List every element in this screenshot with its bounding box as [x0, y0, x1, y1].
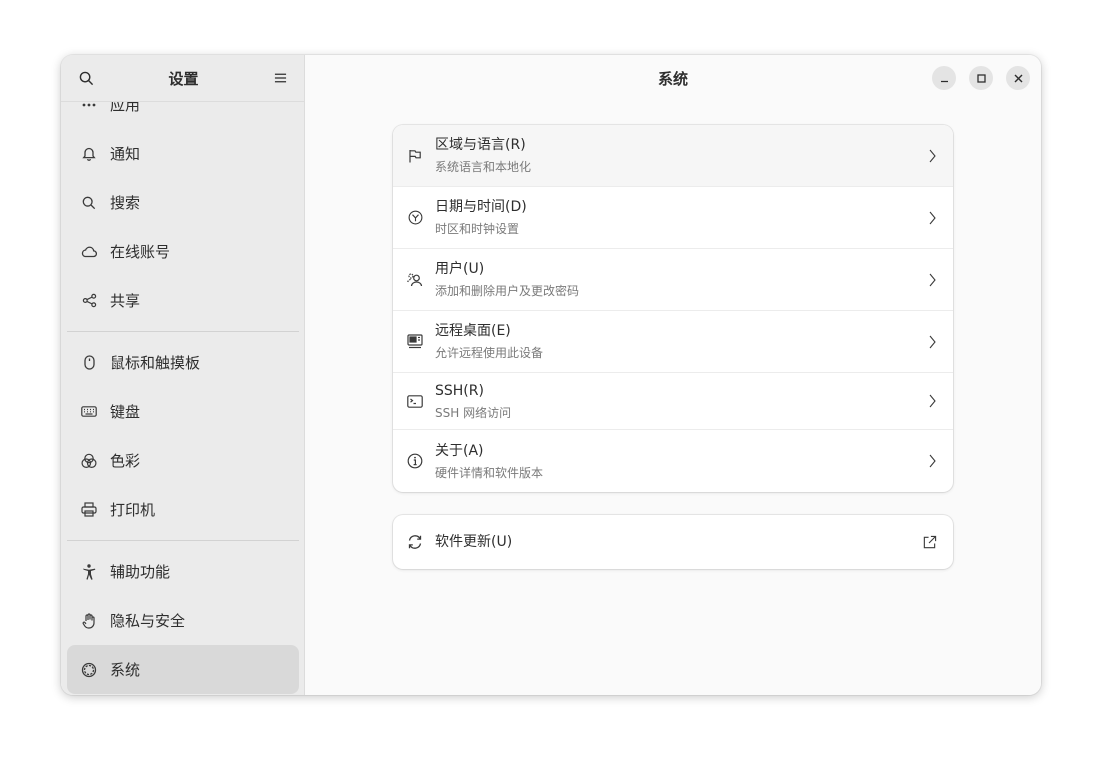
- sidebar-item-search[interactable]: 搜索: [67, 178, 299, 227]
- hamburger-menu-icon[interactable]: [272, 69, 290, 87]
- sidebar-item-label: 打印机: [110, 501, 156, 519]
- refresh-icon: [407, 534, 423, 550]
- row-users[interactable]: 用户(U) 添加和删除用户及更改密码: [393, 249, 953, 311]
- sidebar-item-printers[interactable]: 打印机: [67, 485, 299, 534]
- cloud-icon: [81, 244, 97, 260]
- row-about[interactable]: 关于(A) 硬件详情和软件版本: [393, 430, 953, 492]
- sidebar-item-privacy[interactable]: 隐私与安全: [67, 596, 299, 645]
- sidebar-item-accessibility[interactable]: 辅助功能: [67, 547, 299, 596]
- row-subtitle: 时区和时钟设置: [435, 222, 520, 236]
- chevron-right-icon: [927, 334, 937, 350]
- info-icon: [407, 453, 423, 469]
- page-title: 系统: [657, 70, 688, 88]
- main-header: 系统: [305, 55, 1041, 102]
- row-subtitle: 系统语言和本地化: [435, 160, 532, 174]
- sidebar-separator: [67, 540, 299, 541]
- sidebar-separator: [67, 331, 299, 332]
- chevron-right-icon: [927, 210, 937, 226]
- search-icon: [81, 195, 97, 211]
- keyboard-icon: [81, 404, 97, 420]
- row-date-time[interactable]: 日期与时间(D) 时区和时钟设置: [393, 187, 953, 249]
- clock-icon: [407, 210, 423, 226]
- row-region-language[interactable]: 区域与语言(R) 系统语言和本地化: [393, 125, 953, 187]
- sidebar-header: 设置: [61, 55, 304, 102]
- sidebar-item-sharing[interactable]: 共享: [67, 276, 299, 325]
- more-dots-icon: [81, 102, 97, 113]
- share-icon: [81, 293, 97, 309]
- sidebar-item-label: 搜索: [110, 194, 141, 212]
- sidebar-item-label: 应用: [110, 102, 141, 114]
- close-button[interactable]: [1006, 66, 1030, 90]
- chevron-right-icon: [927, 272, 937, 288]
- bell-icon: [81, 146, 97, 162]
- sidebar-item-label: 共享: [110, 292, 141, 310]
- sidebar-item-mouse[interactable]: 鼠标和触摸板: [67, 338, 299, 387]
- sidebar-item-apps[interactable]: 应用: [67, 102, 299, 129]
- row-software-update[interactable]: 软件更新(U): [393, 515, 953, 569]
- printer-icon: [81, 502, 97, 518]
- color-icon: [81, 453, 97, 469]
- row-title: 日期与时间(D): [435, 199, 527, 215]
- sidebar-item-online-accounts[interactable]: 在线账号: [67, 227, 299, 276]
- sidebar-item-label: 系统: [110, 661, 141, 679]
- search-icon[interactable]: [77, 69, 95, 87]
- remote-desktop-icon: [407, 334, 423, 350]
- minimize-button[interactable]: [932, 66, 956, 90]
- accessibility-icon: [81, 563, 97, 580]
- sidebar-item-label: 隐私与安全: [110, 612, 186, 630]
- hand-icon: [81, 612, 97, 629]
- row-title: 区域与语言(R): [435, 137, 526, 153]
- users-icon: [407, 272, 423, 288]
- row-title: SSH(R): [435, 382, 484, 399]
- sidebar-item-label: 鼠标和触摸板: [110, 354, 201, 372]
- sidebar-item-label: 色彩: [110, 452, 141, 470]
- row-subtitle: 添加和删除用户及更改密码: [435, 284, 580, 298]
- terminal-icon: [407, 393, 423, 409]
- sidebar-item-label: 辅助功能: [110, 563, 171, 581]
- row-title: 关于(A): [435, 442, 484, 459]
- row-subtitle: SSH 网络访问: [435, 405, 512, 420]
- chevron-right-icon: [927, 393, 937, 409]
- row-remote-desktop[interactable]: 远程桌面(E) 允许远程使用此设备: [393, 311, 953, 373]
- sidebar-title: 设置: [168, 69, 199, 88]
- sidebar-item-notifications[interactable]: 通知: [67, 129, 299, 178]
- row-title: 用户(U): [435, 261, 485, 277]
- sidebar-item-label: 在线账号: [110, 243, 171, 261]
- sidebar-item-keyboard[interactable]: 键盘: [67, 387, 299, 436]
- system-settings-list: 区域与语言(R) 系统语言和本地化 日期与时间(D) 时区和时钟设置 用户(U)…: [393, 125, 953, 492]
- sidebar-list: 应用 通知 搜索 在线账号 共享 鼠标和触摸板 键盘 色彩 打印机 辅助功能 隐…: [61, 102, 304, 695]
- external-link-icon: [921, 534, 937, 550]
- row-subtitle: 硬件详情和软件版本: [435, 465, 544, 480]
- sidebar-item-color[interactable]: 色彩: [67, 436, 299, 485]
- chevron-right-icon: [927, 148, 937, 164]
- window-controls: [932, 66, 1030, 90]
- row-title: 软件更新(U): [435, 534, 513, 550]
- software-update-card: 软件更新(U): [393, 515, 953, 569]
- main-panel: 系统 区域与语言(R) 系统语言和本地化 日期与时间(D) 时区和时钟设置 用户…: [305, 55, 1041, 695]
- gear-icon: [81, 662, 97, 678]
- row-title: 远程桌面(E): [435, 323, 511, 339]
- row-subtitle: 允许远程使用此设备: [435, 346, 544, 360]
- mouse-icon: [81, 355, 97, 371]
- sidebar-item-system[interactable]: 系统: [67, 645, 299, 694]
- chevron-right-icon: [927, 453, 937, 469]
- flag-icon: [407, 148, 423, 164]
- sidebar-item-label: 键盘: [110, 403, 141, 421]
- maximize-button[interactable]: [969, 66, 993, 90]
- row-ssh[interactable]: SSH(R) SSH 网络访问: [393, 373, 953, 430]
- sidebar-item-label: 通知: [110, 145, 141, 163]
- sidebar: 设置 应用 通知 搜索 在线账号 共享 鼠标和触摸板 键盘 色彩 打印机 辅助功…: [61, 55, 305, 695]
- settings-window: 设置 应用 通知 搜索 在线账号 共享 鼠标和触摸板 键盘 色彩 打印机 辅助功…: [61, 55, 1041, 695]
